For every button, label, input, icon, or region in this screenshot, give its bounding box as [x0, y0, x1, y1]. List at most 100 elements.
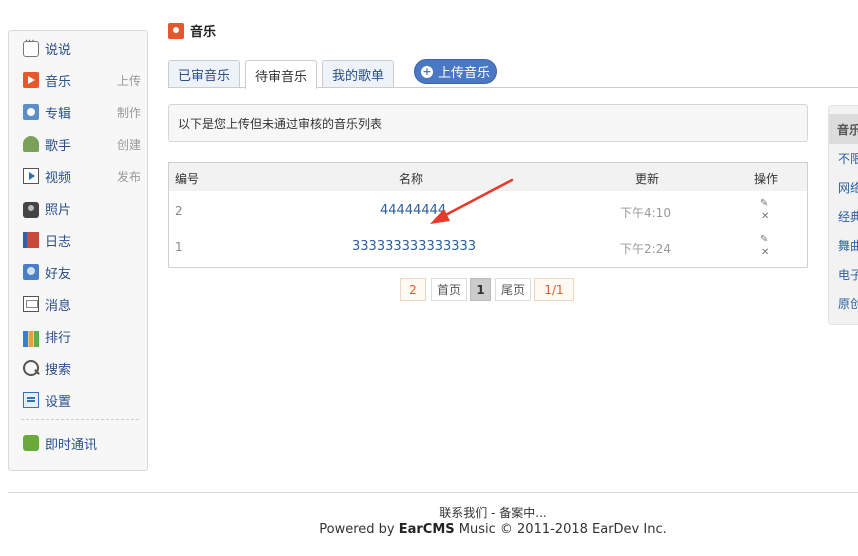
- pager-last-label: 尾页: [500, 283, 525, 297]
- sidebar-item-photo[interactable]: 照片: [23, 197, 141, 219]
- sidebar-item-instant-chat[interactable]: 即时通讯: [23, 430, 141, 454]
- chat-bubble-icon: [23, 36, 39, 57]
- footer-powered-by: Powered by EarCMS Music © 2011-2018 EarD…: [0, 522, 858, 537]
- genre-item[interactable]: 电子: [838, 266, 858, 283]
- table-header: 编号 名称 更新 操作: [169, 163, 807, 191]
- edit-icon[interactable]: ✎: [760, 234, 768, 245]
- header-name: 名称: [399, 172, 424, 186]
- genre-item[interactable]: 原创: [838, 295, 858, 312]
- header-ops: 操作: [754, 172, 779, 186]
- genre-item[interactable]: 不限: [838, 150, 858, 167]
- tab-my-playlist[interactable]: 我的歌单: [322, 60, 395, 88]
- pager-info-text: 1/1: [544, 282, 564, 297]
- tab-label: 待审音乐: [255, 69, 308, 85]
- page-title: 音乐: [168, 21, 216, 40]
- row-updated: 下午4:10: [620, 206, 671, 220]
- sidebar-item-label: 日志: [45, 234, 72, 250]
- sidebar-item-label: 好友: [45, 266, 72, 282]
- genre-panel: 音乐 不限 网络 经典 舞曲 电子 原创: [828, 105, 858, 325]
- publish-video-link[interactable]: 发布: [117, 168, 141, 185]
- sidebar-item-label: 即时通讯: [45, 437, 98, 453]
- friends-icon: [23, 264, 39, 280]
- sidebar-item-diary[interactable]: 日志: [23, 229, 141, 251]
- table-row: 2 44444444 下午4:10 ✎ ✕: [169, 193, 807, 227]
- sidebar-item-label: 排行: [45, 330, 72, 346]
- row-updated: 下午2:24: [620, 242, 671, 256]
- singer-icon: [23, 136, 39, 152]
- sidebar-item-label: 音乐: [45, 74, 72, 90]
- tab-label: 已审音乐: [178, 69, 231, 84]
- pager-total: 2: [400, 278, 426, 301]
- genre-panel-head: 音乐: [829, 114, 858, 144]
- music-icon: [168, 22, 184, 39]
- sidebar-item-singer[interactable]: 歌手 创建: [23, 133, 141, 155]
- tab-label: 我的歌单: [332, 69, 385, 84]
- sidebar-item-label: 照片: [45, 202, 72, 218]
- message-icon: [23, 296, 39, 312]
- table-row: 1 333333333333333 下午2:24 ✎ ✕: [169, 229, 807, 263]
- song-name-link[interactable]: 44444444: [380, 203, 446, 218]
- sidebar-item-ranking[interactable]: 排行: [23, 325, 141, 347]
- sidebar-item-label: 说说: [45, 42, 72, 58]
- notice-box: 以下是您上传但未通过审核的音乐列表: [168, 104, 808, 142]
- sidebar-item-label: 搜索: [45, 362, 72, 378]
- genre-item[interactable]: 经典: [838, 208, 858, 225]
- pager-total-text: 2: [409, 282, 417, 297]
- pager-info: 1/1: [534, 278, 574, 301]
- header-id: 编号: [175, 172, 200, 186]
- sidebar-item-album[interactable]: 专辑 制作: [23, 101, 141, 123]
- delete-icon[interactable]: ✕: [761, 247, 769, 258]
- video-icon: [23, 168, 39, 184]
- sidebar-item-messages[interactable]: 消息: [23, 293, 141, 315]
- music-icon: [23, 72, 39, 88]
- diary-icon: [23, 232, 39, 248]
- sidebar-item-friends[interactable]: 好友: [23, 261, 141, 283]
- footer-suffix: Music © 2011-2018 EarDev Inc.: [454, 522, 667, 537]
- genre-item[interactable]: 舞曲: [838, 237, 858, 254]
- create-singer-link[interactable]: 创建: [117, 136, 141, 153]
- upload-music-button-label: 上传音乐: [437, 66, 490, 81]
- notice-text: 以下是您上传但未通过审核的音乐列表: [178, 116, 383, 131]
- sidebar-item-search[interactable]: 搜索: [23, 357, 141, 379]
- settings-icon: [23, 392, 39, 408]
- edit-icon[interactable]: ✎: [760, 198, 768, 209]
- song-name-link[interactable]: 333333333333333: [352, 239, 476, 254]
- sidebar-item-video[interactable]: 视频 发布: [23, 165, 141, 187]
- make-album-link[interactable]: 制作: [117, 104, 141, 121]
- sidebar-item-label: 设置: [45, 394, 72, 410]
- row-id: 2: [175, 204, 183, 218]
- upload-music-button[interactable]: + 上传音乐: [414, 59, 497, 84]
- pager-first-label: 首页: [436, 283, 461, 297]
- search-icon: [23, 360, 39, 376]
- delete-icon[interactable]: ✕: [761, 211, 769, 222]
- footer-contact: 联系我们 - 备案中...: [0, 504, 858, 521]
- sidebar-item-music[interactable]: 音乐 上传: [23, 69, 141, 91]
- sidebar-item-say[interactable]: 说说: [23, 36, 141, 59]
- tab-pending-music[interactable]: 待审音乐: [245, 60, 318, 89]
- tab-approved-music[interactable]: 已审音乐: [168, 60, 241, 88]
- sidebar-item-label: 专辑: [45, 106, 72, 122]
- sidebar-item-label: 消息: [45, 298, 72, 314]
- pager-current-label: 1: [476, 282, 485, 297]
- sidebar: 说说 音乐 上传 专辑 制作 歌手 创建 视频 发布 照片 日志 好友 消息 排…: [8, 30, 148, 471]
- sidebar-item-settings[interactable]: 设置: [23, 389, 141, 411]
- genre-item[interactable]: 网络: [838, 179, 858, 196]
- footer-contact-text[interactable]: 联系我们 - 备案中...: [439, 506, 546, 520]
- camera-icon: [23, 202, 39, 218]
- page-title-text: 音乐: [190, 25, 217, 40]
- header-updated: 更新: [635, 172, 660, 186]
- instant-chat-icon: [23, 430, 39, 451]
- sidebar-item-label: 视频: [45, 170, 72, 186]
- pager-current-page[interactable]: 1: [470, 278, 491, 301]
- music-table: 编号 名称 更新 操作 2 44444444 下午4:10 ✎ ✕ 1 3333…: [168, 162, 808, 268]
- album-icon: [23, 104, 39, 120]
- upload-music-link[interactable]: 上传: [117, 72, 141, 89]
- pager-first-button[interactable]: 首页: [431, 278, 467, 301]
- footer-divider: [8, 492, 858, 493]
- pager-last-button[interactable]: 尾页: [495, 278, 531, 301]
- ranking-icon: [23, 331, 39, 347]
- sidebar-item-label: 歌手: [45, 138, 72, 154]
- row-id: 1: [175, 240, 183, 254]
- sidebar-divider: [21, 419, 139, 420]
- footer-brand: EarCMS: [398, 522, 455, 537]
